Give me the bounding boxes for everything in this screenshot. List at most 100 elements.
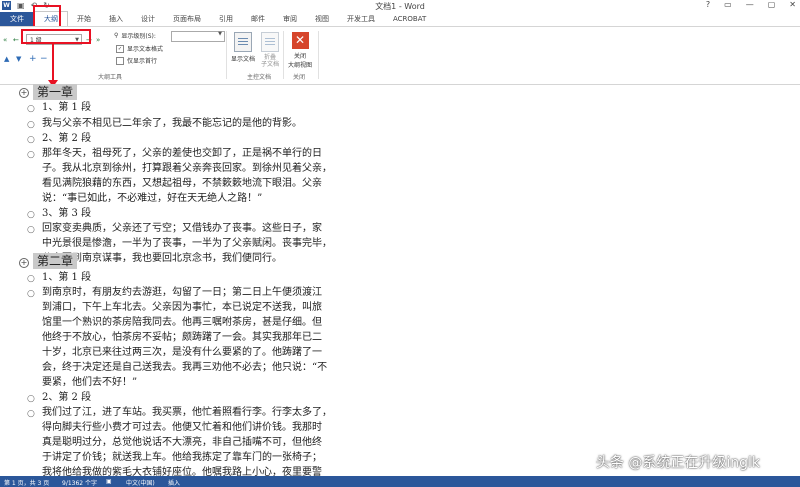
close-outline-button[interactable]: ✕ 关闭 大纲视图 — [285, 32, 315, 69]
show-text-format-label: 显示文本格式 — [127, 46, 164, 53]
show-first-line-row[interactable]: 仅显示首行 — [116, 56, 157, 65]
body-text-bullet-icon: ○ — [27, 409, 35, 419]
tab-home[interactable]: 开始 — [68, 12, 100, 26]
restore-icon[interactable]: ▢ — [768, 0, 776, 9]
body-text-line[interactable]: 会，终于决定还是自己送我去。我再三劝他不必去；他只说：“不 — [42, 361, 327, 375]
language-status[interactable]: 中文(中国) — [126, 478, 155, 487]
watermark-text: 头条 @系统正在升级inglk — [595, 455, 760, 471]
tab-layout[interactable]: 页面布局 — [164, 12, 210, 26]
promote-to-heading1-icon[interactable]: « — [3, 36, 7, 44]
show-text-format-checkbox[interactable]: ✓ — [116, 44, 124, 53]
close-window-icon[interactable]: ✕ — [789, 0, 796, 9]
chapter-heading[interactable]: 第二章 — [33, 253, 78, 269]
tab-acrobat[interactable]: ACROBAT — [384, 12, 435, 26]
body-text-line[interactable]: 馆里一个熟识的茶房陪我同去。他再三嘱咐茶房，甚是仔细。但 — [42, 316, 322, 330]
document-area[interactable]: + 第一章 ○ 1、第 1 段 ○ 我与父亲不相见已二年余了，我最不能忘记的是他… — [0, 84, 800, 476]
page-count[interactable]: 第 1 页，共 3 页 — [4, 478, 49, 487]
tab-design[interactable]: 设计 — [132, 12, 164, 26]
body-text-bullet-icon: ○ — [27, 289, 35, 299]
body-text-line[interactable]: 父亲要到南京谋事，我也要回北京念书，我们便同行。 — [42, 252, 282, 266]
expand-heading-icon[interactable]: + — [19, 88, 29, 98]
show-document-label: 显示文档 — [230, 56, 255, 63]
body-text-line[interactable]: 那年冬天，祖母死了，父亲的差使也交卸了，正是祸不单行的日 — [42, 147, 322, 161]
annotation-arrow-line — [52, 44, 54, 84]
body-text-line[interactable]: 要紧，他们去不好！” — [42, 376, 137, 390]
tab-references[interactable]: 引用 — [210, 12, 242, 26]
tab-mailings[interactable]: 邮件 — [242, 12, 274, 26]
outline-item[interactable]: 2、第 2 段 — [42, 391, 91, 405]
title-bar: W ▣ ↶ ↻ 文档1 - Word ? ▭ — ▢ ✕ — [0, 0, 800, 11]
body-text-line[interactable]: 得向脚夫行些小费才可过去。他便又忙着和他们讲价钱。我那时 — [42, 421, 322, 435]
show-level-label: 显示级别(S): — [121, 33, 156, 40]
collapse-icon[interactable]: − — [40, 54, 48, 64]
body-text-line[interactable]: 子。我从北京到徐州，打算跟着父亲奔丧回家。到徐州见着父亲， — [42, 162, 332, 176]
demote-to-body-icon[interactable]: » — [96, 36, 100, 44]
outline-tab-highlight — [33, 5, 61, 28]
expand-heading-icon[interactable]: + — [19, 258, 29, 268]
expand-icon[interactable]: + — [29, 54, 37, 64]
body-text-line[interactable]: 十岁，北京已来往过两三次，是没有什么要紧的了。他踌躇了一 — [42, 346, 322, 360]
show-document-icon — [234, 32, 252, 52]
collapse-subdocs-button[interactable]: 折叠 子文档 — [259, 32, 281, 68]
word-count[interactable]: 9/1362 个字 — [62, 478, 97, 487]
close-outline-icon: ✕ — [291, 32, 309, 49]
body-text-line[interactable]: 我与父亲不相见已二年余了，我最不能忘记的是他的背影。 — [42, 117, 302, 131]
outline-item[interactable]: 1、第 1 段 — [42, 271, 91, 285]
outline-item[interactable]: 2、第 2 段 — [42, 132, 91, 146]
body-text-bullet-icon: ○ — [27, 225, 35, 235]
show-first-line-checkbox[interactable] — [116, 56, 124, 65]
group-divider — [283, 31, 284, 79]
show-document-button[interactable]: 显示文档 — [229, 32, 257, 63]
show-text-format-row[interactable]: ✓ 显示文本格式 — [116, 44, 163, 53]
minimize-icon[interactable]: — — [746, 0, 754, 9]
ribbon-tabs: 文件 大纲 开始 插入 设计 页面布局 引用 邮件 审阅 视图 开发工具 ACR… — [0, 11, 800, 26]
outline-item[interactable]: 3、第 3 段 — [42, 207, 91, 221]
group-divider — [318, 31, 319, 79]
insert-mode-status[interactable]: 插入 — [168, 478, 180, 487]
body-text-line[interactable]: 于讲定了价钱；就送我上车。他给我拣定了靠车门的一张椅子； — [42, 451, 322, 465]
status-bar: 第 1 页，共 3 页 9/1362 个字 ▣ 中文(中国) 插入 — [0, 476, 800, 487]
tab-file[interactable]: 文件 — [0, 12, 34, 26]
help-icon[interactable]: ? — [706, 0, 710, 9]
body-text-bullet-icon: ○ — [27, 394, 35, 404]
show-level-select[interactable]: ▼ — [171, 31, 225, 42]
group-divider — [226, 31, 227, 79]
tab-developer[interactable]: 开发工具 — [338, 12, 384, 26]
body-text-line[interactable]: 看见满院狼藉的东西，又想起祖母，不禁簌簌地流下眼泪。父亲 — [42, 177, 322, 191]
move-up-icon[interactable]: ▲ — [4, 55, 9, 63]
body-text-line[interactable]: 到浦口，下午上车北去。父亲因为事忙，本已说定不送我，叫旅 — [42, 301, 322, 315]
body-text-line[interactable]: 真是聪明过分，总觉他说话不大漂亮，非自己插嘴不可，但他终 — [42, 436, 322, 450]
body-text-bullet-icon: ○ — [27, 104, 35, 114]
tab-insert[interactable]: 插入 — [100, 12, 132, 26]
body-text-bullet-icon: ○ — [27, 150, 35, 160]
body-text-line[interactable]: 我将他给我做的紫毛大衣铺好座位。他嘱我路上小心，夜里要警 — [42, 466, 322, 476]
show-level-row: ⚲ 显示级别(S): — [114, 31, 156, 40]
body-text-line[interactable]: 回家变卖典质，父亲还了亏空；又借钱办了丧事。这些日子，家 — [42, 222, 322, 236]
body-text-line[interactable]: 我们过了江，进了车站。我买票，他忙着照看行李。行李太多了， — [42, 406, 332, 420]
proofing-icon[interactable]: ▣ — [106, 478, 112, 485]
ribbon-display-icon[interactable]: ▭ — [724, 0, 732, 9]
close-outline-label-line2: 大纲视图 — [287, 62, 312, 69]
move-down-icon[interactable]: ▼ — [16, 55, 21, 63]
body-text-bullet-icon: ○ — [27, 210, 35, 220]
show-level-icon: ⚲ — [114, 32, 119, 39]
group-label-outline-tools: 大纲工具 — [97, 74, 122, 81]
promote-icon[interactable]: ← — [13, 36, 19, 44]
tab-view[interactable]: 视图 — [306, 12, 338, 26]
show-first-line-label: 仅显示首行 — [127, 58, 158, 65]
chapter-heading[interactable]: 第一章 — [33, 84, 78, 100]
body-text-bullet-icon: ○ — [27, 135, 35, 145]
body-text-line[interactable]: 说：“事已如此，不必难过，好在天无绝人之路！” — [42, 192, 262, 206]
level-select-highlight — [21, 29, 91, 44]
outline-item[interactable]: 1、第 1 段 — [42, 101, 91, 115]
collapse-subdocs-icon — [261, 32, 279, 52]
ribbon: « ← 1 级 ▼ → » ▲ ▼ + − ⚲ 显示级别(S): ▼ ✓ 显示文… — [0, 26, 800, 85]
close-outline-label-line1: 关闭 — [293, 53, 306, 60]
body-text-line[interactable]: 到南京时，有朋友约去游逛，勾留了一日；第二日上午便须渡江 — [42, 286, 322, 300]
body-text-line[interactable]: 他终于不放心，怕茶房不妥帖；颇踌躇了一会。其实我那年已二 — [42, 331, 322, 345]
body-text-line[interactable]: 中光景很是惨澹，一半为了丧事，一半为了父亲赋闲。丧事完毕， — [42, 237, 332, 251]
body-text-bullet-icon: ○ — [27, 274, 35, 284]
tab-review[interactable]: 审阅 — [274, 12, 306, 26]
group-label-close: 关闭 — [292, 74, 305, 81]
body-text-bullet-icon: ○ — [27, 120, 35, 130]
